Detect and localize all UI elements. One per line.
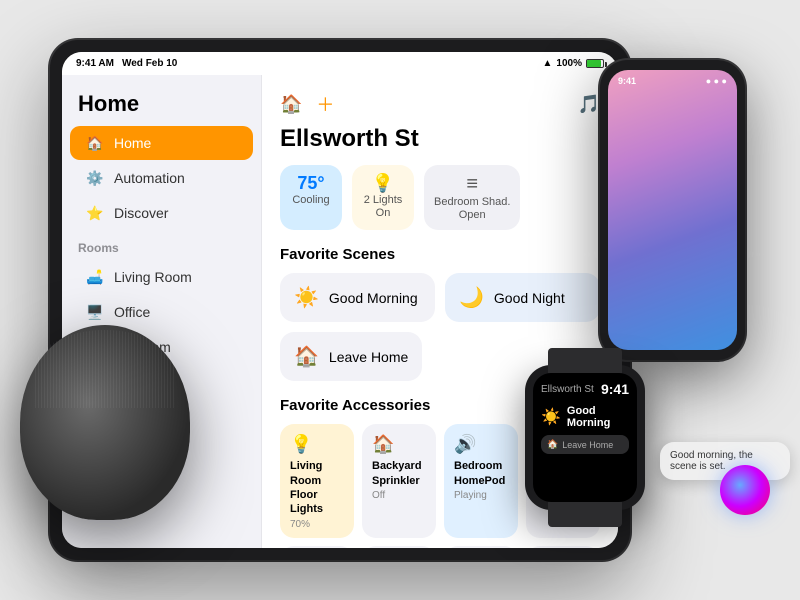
- floor-lights-icon: 💡: [290, 434, 344, 455]
- sprinkler-sub: Off: [372, 490, 426, 501]
- rooms-section-label: Rooms: [62, 231, 261, 259]
- good-morning-scene[interactable]: ☀️ Good Morning: [280, 273, 435, 322]
- good-night-icon: 🌙: [459, 285, 484, 310]
- temperature-tile[interactable]: 75° Cooling: [280, 165, 342, 230]
- kitchen-switch-card[interactable]: 💡 Kitchen Switch Off: [280, 546, 354, 548]
- leave-home-scene[interactable]: 🏠 Leave Home: [280, 332, 422, 381]
- automation-icon: ⚙️: [86, 169, 104, 187]
- office-icon: 🖥️: [86, 303, 104, 321]
- audio-icon[interactable]: 🎵: [578, 94, 600, 115]
- sidebar-item-home[interactable]: 🏠 Home: [70, 126, 253, 160]
- sidebar-item-automation[interactable]: ⚙️ Automation: [70, 161, 253, 195]
- shades-label: Bedroom Shad.Open: [434, 196, 510, 222]
- home-icon: 🏠: [86, 134, 104, 152]
- watch-scene-icon: ☀️: [541, 407, 561, 427]
- bedroom-homepod-card[interactable]: 🔊 Bedroom HomePod Playing: [444, 424, 518, 537]
- watch-time: 9:41: [601, 381, 629, 397]
- temp-label: Cooling: [292, 194, 329, 206]
- iphone-signal: ● ● ●: [706, 76, 727, 86]
- watch-leave-home-icon: 🏠: [547, 439, 558, 450]
- watch-leave-home-button[interactable]: 🏠 Leave Home: [541, 435, 629, 454]
- watch-band-bottom: [548, 502, 622, 527]
- bedroom-homepod-icon: 🔊: [454, 434, 508, 455]
- sidebar-title: Home: [62, 87, 261, 125]
- good-morning-icon: ☀️: [294, 285, 319, 310]
- bedroom-homepod-sub: Playing: [454, 490, 508, 501]
- status-tiles-row: 75° Cooling 💡 2 LightsOn ≡ Bedroom Shad.…: [280, 165, 600, 230]
- ipad-status-bar: 9:41 AM Wed Feb 10 ▲ 100%: [62, 52, 618, 75]
- watch-band-top: [548, 348, 622, 373]
- sprinkler-icon: 🏠: [372, 434, 426, 455]
- iphone-time: 9:41: [618, 76, 636, 86]
- good-night-label: Good Night: [494, 290, 565, 306]
- floor-lights-card[interactable]: 💡 Living Room Floor Lights 70%: [280, 424, 354, 537]
- siri-orb: [720, 465, 770, 515]
- leave-home-label: Leave Home: [329, 349, 408, 365]
- extra-acc-card: 🌡️ 75°: [526, 546, 600, 548]
- main-top-bar: 🏠 ＋ 🎵: [280, 91, 600, 117]
- sidebar-item-living-room[interactable]: 🛋️ Living Room: [70, 260, 253, 294]
- favorite-scenes-title: Favorite Scenes: [280, 246, 600, 263]
- lights-tile[interactable]: 💡 2 LightsOn: [352, 165, 414, 230]
- home-nav-icon[interactable]: 🏠: [280, 94, 302, 115]
- sidebar-item-office[interactable]: 🖥️ Office: [70, 295, 253, 329]
- good-night-scene[interactable]: 🌙 Good Night: [445, 273, 600, 322]
- sidebar-living-room-label: Living Room: [114, 269, 192, 285]
- temp-value: 75°: [297, 173, 324, 194]
- living-homepod-card[interactable]: 🔊 Living Room HomePod Paused: [444, 546, 518, 548]
- watch-location: Ellsworth St: [541, 384, 594, 395]
- iphone-status-bar: 9:41 ● ● ●: [608, 70, 737, 92]
- living-room-icon: 🛋️: [86, 268, 104, 286]
- sidebar-automation-label: Automation: [114, 170, 185, 186]
- good-morning-label: Good Morning: [329, 290, 418, 306]
- battery-icon: [586, 59, 604, 68]
- scenes-grid: ☀️ Good Morning 🌙 Good Night: [280, 273, 600, 322]
- lights-icon: 💡: [372, 173, 394, 194]
- sidebar-item-discover[interactable]: ⭐ Discover: [70, 196, 253, 230]
- sidebar-office-label: Office: [114, 304, 150, 320]
- main-scene: 9:41 AM Wed Feb 10 ▲ 100% Home 🏠: [0, 0, 800, 600]
- iphone-screen: 9:41 ● ● ●: [608, 70, 737, 350]
- watch-leave-home-label: Leave Home: [562, 440, 613, 450]
- watch-screen: Ellsworth St 9:41 ☀️ GoodMorning 🏠 Leave…: [533, 373, 637, 502]
- ipad-date: Wed Feb 10: [122, 58, 177, 69]
- shades-icon: ≡: [466, 173, 478, 196]
- battery-percent: 100%: [556, 58, 582, 69]
- iphone-device: 9:41 ● ● ●: [600, 60, 745, 360]
- street-title: Ellsworth St: [280, 125, 600, 153]
- homepod-device: [20, 325, 190, 520]
- add-button[interactable]: ＋: [316, 91, 334, 117]
- sprinkler-card[interactable]: 🏠 Backyard Sprinkler Off: [362, 424, 436, 537]
- apple-tv-card[interactable]: 📺 Living Room Apple TV Paused: [362, 546, 436, 548]
- watch-scene-name: GoodMorning: [567, 405, 610, 429]
- floor-lights-name: Living Room Floor Lights: [290, 459, 344, 516]
- bedroom-homepod-name: Bedroom HomePod: [454, 459, 508, 488]
- sidebar-home-label: Home: [114, 135, 151, 151]
- sprinkler-name: Backyard Sprinkler: [372, 459, 426, 488]
- watch-device: Ellsworth St 9:41 ☀️ GoodMorning 🏠 Leave…: [525, 365, 645, 510]
- shades-tile[interactable]: ≡ Bedroom Shad.Open: [424, 165, 520, 230]
- wifi-icon: ▲: [543, 58, 553, 69]
- ipad-time: 9:41 AM: [76, 58, 114, 69]
- leave-home-icon: 🏠: [294, 344, 319, 369]
- star-icon: ⭐: [86, 204, 104, 222]
- floor-lights-sub: 70%: [290, 519, 344, 530]
- sidebar-discover-label: Discover: [114, 205, 168, 221]
- lights-label: 2 LightsOn: [364, 194, 403, 220]
